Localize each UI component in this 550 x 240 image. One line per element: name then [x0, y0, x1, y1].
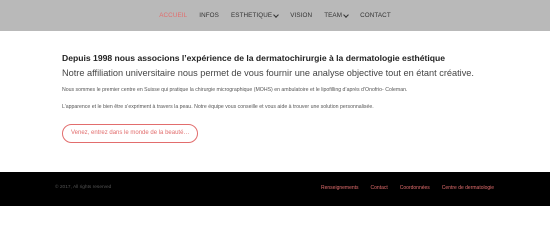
nav-item-label: VISION: [290, 12, 313, 19]
nav-item-contact[interactable]: CONTACT: [354, 12, 397, 19]
top-navigation: ACCUEIL INFOS ESTHETIQUE VISION TEAM CON…: [0, 0, 550, 31]
nav-item-infos[interactable]: INFOS: [193, 12, 225, 19]
main-content: Depuis 1998 nous associons l’expérience …: [62, 52, 502, 143]
nav-item-accueil[interactable]: ACCUEIL: [153, 12, 193, 19]
page-headline: Depuis 1998 nous associons l’expérience …: [62, 53, 446, 63]
intro-paragraph-2: L’apparence et le bien être s’expriment …: [62, 104, 374, 110]
footer-link-centre-dermatologie[interactable]: Centre de dermatologie: [442, 185, 494, 191]
footer-copyright: © 2017, All rights reserved: [55, 185, 112, 190]
footer-link-contact[interactable]: Contact: [371, 185, 388, 191]
intro-paragraph: Nous sommes le premier centre en Suisse …: [62, 87, 408, 93]
nav-item-label: ESTHETIQUE: [230, 12, 273, 19]
nav-item-team[interactable]: TEAM: [318, 11, 354, 19]
nav-item-label: ACCUEIL: [159, 12, 188, 19]
footer-link-coordonnees[interactable]: Coordonnées: [400, 185, 430, 191]
page-subheadline: Notre affiliation universitaire nous per…: [62, 68, 474, 78]
chevron-down-icon: [343, 11, 349, 18]
nav-item-label: INFOS: [199, 12, 219, 19]
footer-links: Renseignements Contact Coordonnées Centr…: [321, 185, 494, 191]
cta-button[interactable]: Venez, entrez dans le monde de la beauté…: [62, 124, 199, 143]
nav-item-label: TEAM: [324, 12, 343, 19]
nav-item-vision[interactable]: VISION: [284, 12, 318, 19]
chevron-down-icon: [273, 11, 280, 18]
nav-item-label: CONTACT: [360, 12, 391, 19]
footer: © 2017, All rights reserved Renseignemen…: [0, 172, 550, 206]
nav-item-esthetique[interactable]: ESTHETIQUE: [225, 11, 284, 19]
nav-menu: ACCUEIL INFOS ESTHETIQUE VISION TEAM CON…: [153, 11, 397, 19]
footer-link-renseignements[interactable]: Renseignements: [321, 185, 359, 191]
